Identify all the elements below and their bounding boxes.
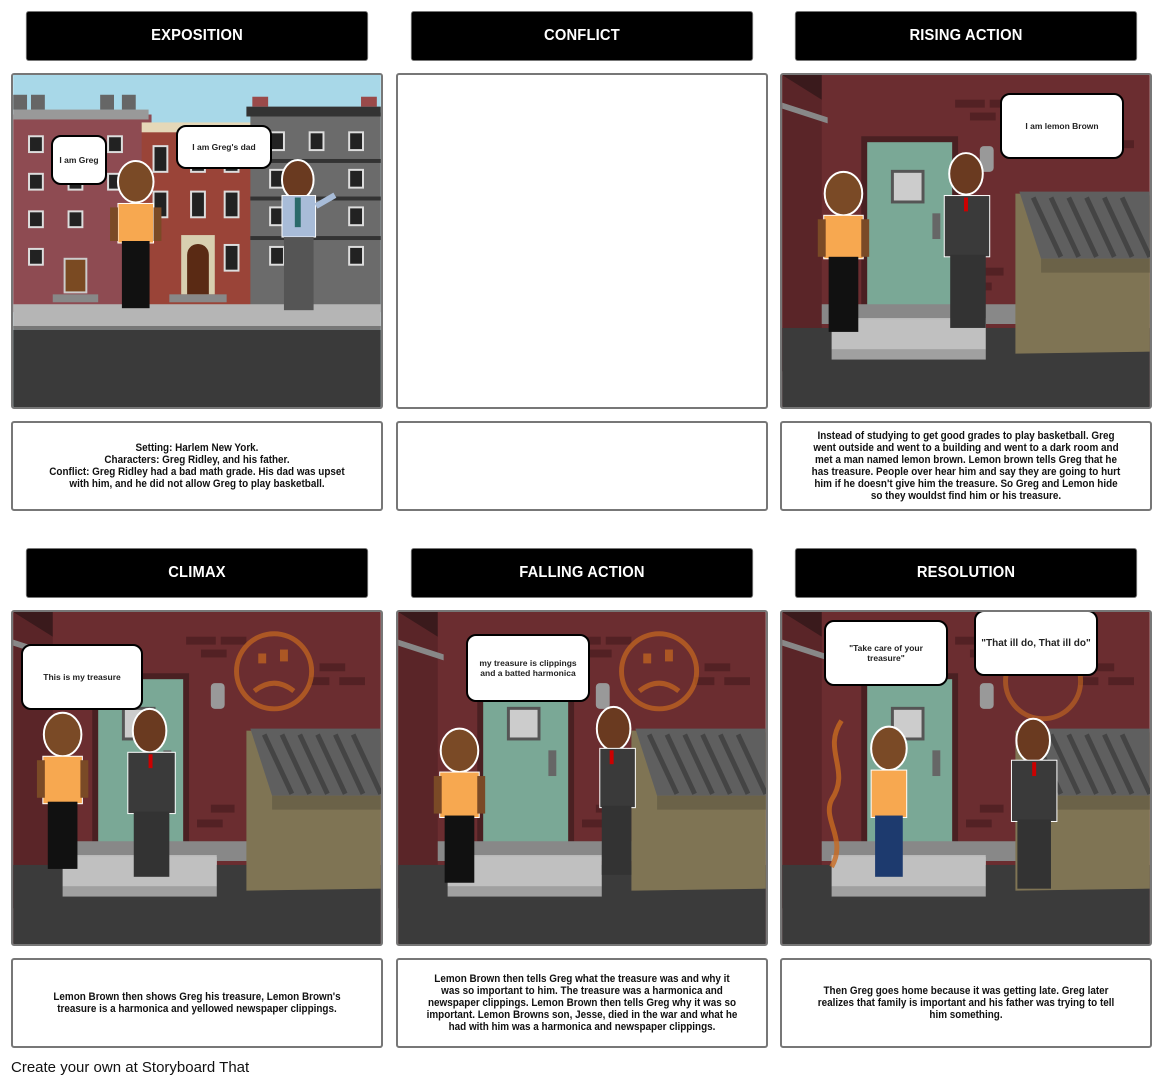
speech-bubble-lemon-brown: This is my treasure bbox=[21, 644, 143, 710]
scene-alley: my treasure is clippings and a batted ha… bbox=[396, 610, 768, 946]
caption-text: Lemon Brown then shows Greg his treasure… bbox=[53, 991, 341, 1015]
caption-box: Lemon Brown then shows Greg his treasure… bbox=[11, 958, 383, 1048]
cell-title: CONFLICT bbox=[410, 11, 754, 61]
scene-city-street: I am Greg I am Greg's dad bbox=[11, 73, 383, 409]
caption-text: Instead of studying to get good grades t… bbox=[811, 430, 1121, 502]
scene-alley: I am lemon Brown bbox=[780, 73, 1152, 409]
cell-title: RESOLUTION bbox=[794, 548, 1138, 598]
speech-bubble-greg: "That ill do, That ill do" bbox=[974, 612, 1098, 676]
cell-title: FALLING ACTION bbox=[410, 548, 754, 598]
lemon-brown-character bbox=[943, 152, 991, 328]
cell-title: CLIMAX bbox=[25, 548, 369, 598]
cell-title: RISING ACTION bbox=[794, 11, 1138, 61]
storyboard-that-credit[interactable]: Create your own at Storyboard That bbox=[11, 1059, 249, 1076]
caption-box: Then Greg goes home because it was getti… bbox=[780, 958, 1152, 1048]
caption-box: Lemon Brown then tells Greg what the tre… bbox=[396, 958, 768, 1048]
speech-bubble-lemon-brown: my treasure is clippings and a batted ha… bbox=[466, 634, 590, 702]
lemon-brown-character bbox=[1010, 717, 1058, 889]
speech-bubble-greg: I am Greg bbox=[51, 135, 107, 185]
speech-bubble-lemon-brown: "Take care of your treasure" bbox=[824, 620, 948, 686]
caption-box bbox=[396, 421, 768, 511]
scene-alley: This is my treasure bbox=[11, 610, 383, 946]
scene-alley: "Take care of your treasure" "That ill d… bbox=[780, 610, 1152, 946]
caption-box: Setting: Harlem New York. Characters: Gr… bbox=[11, 421, 383, 511]
speech-bubble-lemon-brown: I am lemon Brown bbox=[1000, 93, 1124, 159]
caption-text: Lemon Brown then tells Greg what the tre… bbox=[426, 973, 738, 1033]
cell-title: EXPOSITION bbox=[25, 11, 369, 61]
scene-empty bbox=[396, 73, 768, 409]
lemon-brown-character bbox=[595, 705, 636, 875]
caption-text: Then Greg goes home because it was getti… bbox=[817, 985, 1115, 1021]
caption-box: Instead of studying to get good grades t… bbox=[780, 421, 1152, 511]
caption-text: Setting: Harlem New York. Characters: Gr… bbox=[49, 442, 345, 490]
speech-bubble-dad: I am Greg's dad bbox=[176, 125, 272, 169]
greg-character bbox=[870, 725, 908, 877]
